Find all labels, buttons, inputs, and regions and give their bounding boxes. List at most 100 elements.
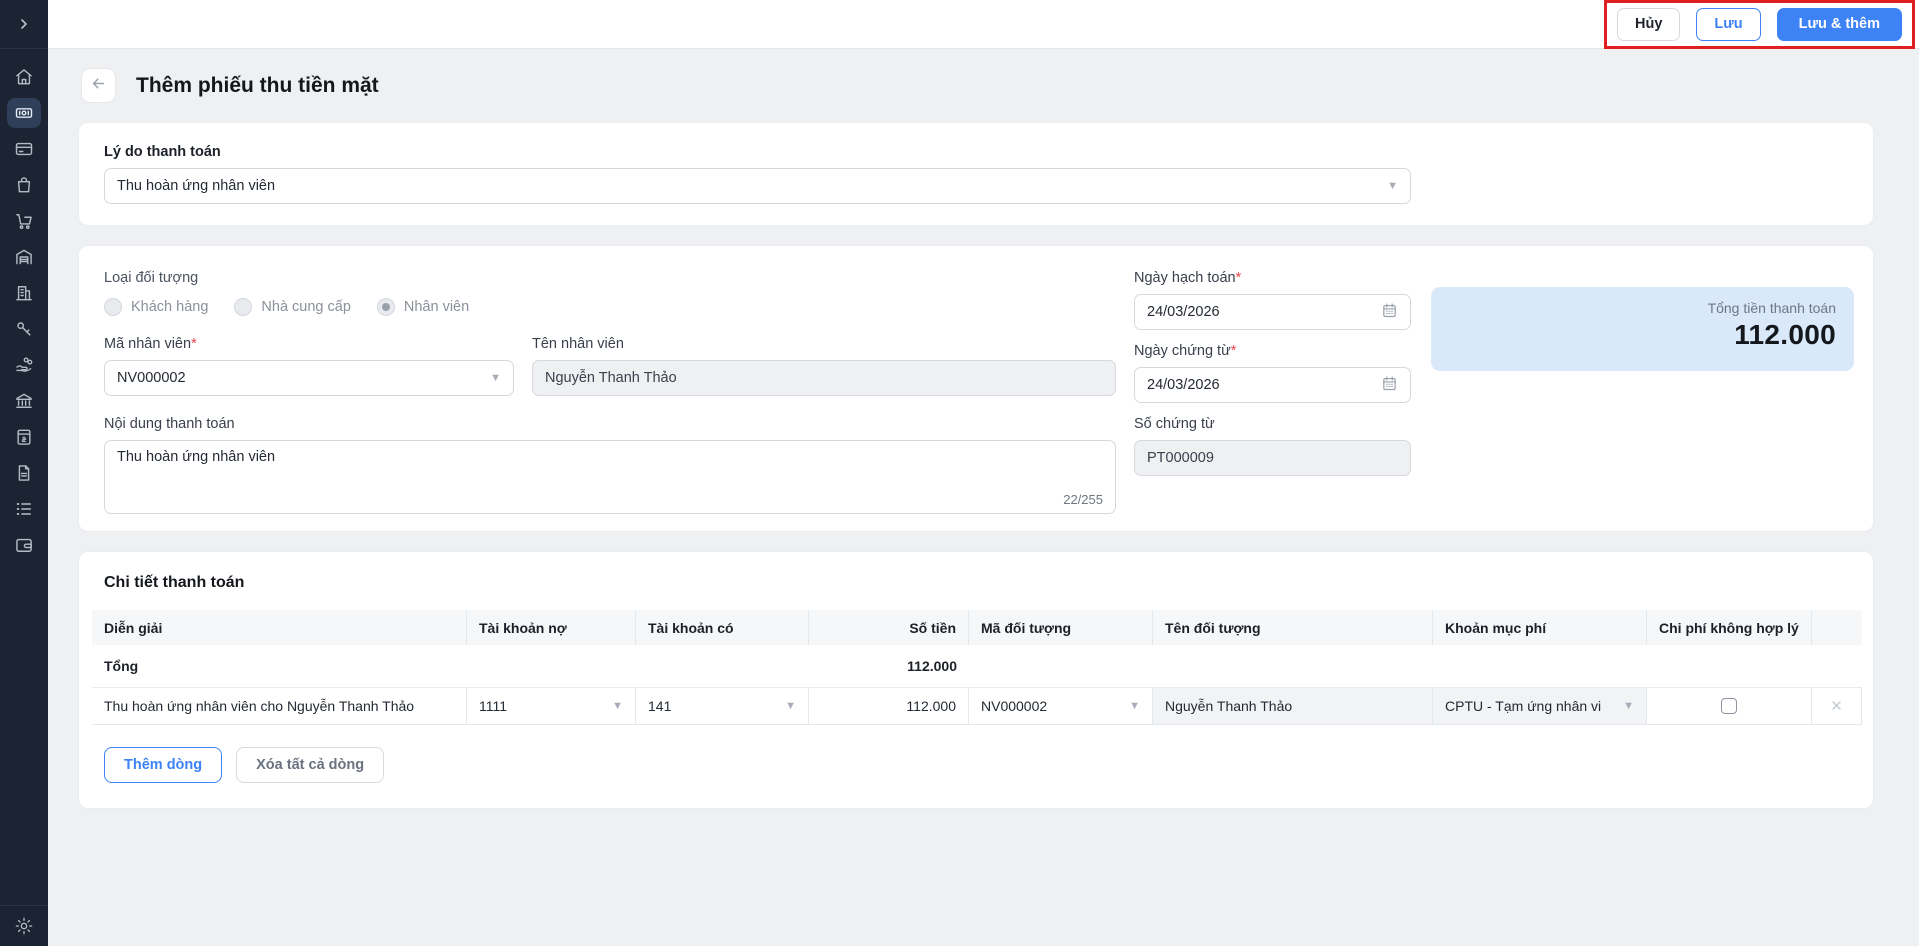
row-amount-input[interactable]: 112.000 (809, 688, 969, 725)
sidebar-item-hand-coins[interactable] (7, 350, 41, 380)
caret-down-icon: ▼ (1387, 179, 1398, 192)
page-header: Thêm phiếu thu tiền mặt (81, 68, 1919, 103)
caret-down-icon: ▼ (1623, 699, 1634, 712)
radio-supplier-circle[interactable] (234, 298, 253, 316)
sidebar-item-shopping-bag[interactable] (7, 170, 41, 200)
radio-supplier[interactable]: Nhà cung cấp (234, 298, 351, 316)
col-header-amount: Số tiền (809, 610, 969, 645)
radio-customer-label: Khách hàng (131, 299, 209, 315)
key-icon (14, 319, 34, 339)
document-date-value: 24/03/2026 (1147, 377, 1220, 393)
col-header-description: Diễn giải (92, 610, 467, 645)
sidebar-item-list[interactable] (7, 494, 41, 524)
radio-employee-label: Nhân viên (403, 299, 470, 315)
caret-down-icon: ▼ (490, 371, 501, 384)
col-header-invalid-expense: Chi phí không hợp lý (1647, 610, 1812, 645)
remove-row-icon[interactable]: ✕ (1830, 697, 1843, 715)
back-arrow-icon (90, 75, 107, 97)
required-asterisk: * (1235, 270, 1242, 286)
add-row-button[interactable]: Thêm dòng (104, 747, 223, 783)
save-button[interactable]: Lưu (1696, 7, 1761, 41)
col-header-object-name: Tên đối tượng (1153, 610, 1433, 645)
save-and-add-button[interactable]: Lưu & thêm (1776, 7, 1902, 41)
settings-icon (14, 916, 34, 936)
sidebar-item-document[interactable] (7, 458, 41, 488)
document-date-input[interactable]: 24/03/2026 (1134, 367, 1411, 403)
delete-all-rows-button[interactable]: Xóa tất cả dòng (236, 747, 385, 783)
shopping-bag-icon (14, 175, 34, 195)
document-icon (14, 463, 34, 483)
wallet-icon (14, 535, 34, 555)
calendar-icon[interactable] (1381, 302, 1398, 323)
posting-date-input[interactable]: 24/03/2026 (1134, 294, 1411, 330)
sidebar-item-cash-box[interactable] (7, 422, 41, 452)
employee-name-label: Tên nhân viên (532, 336, 624, 352)
main-content: Thêm phiếu thu tiền mặt Lý do thanh toán… (48, 49, 1919, 946)
cancel-button[interactable]: Hủy (1616, 7, 1681, 41)
radio-customer[interactable]: Khách hàng (104, 298, 208, 316)
reason-select-value: Thu hoàn ứng nhân viên (117, 178, 276, 194)
employee-code-select[interactable]: NV000002 ▼ (104, 360, 514, 396)
chevron-right-icon (16, 16, 32, 32)
home-icon (14, 67, 34, 87)
sidebar-item-warehouse[interactable] (7, 242, 41, 272)
sidebar-item-building[interactable] (7, 278, 41, 308)
sidebar-item-cash[interactable] (7, 98, 41, 128)
cash-icon (14, 103, 34, 123)
posting-date-label: Ngày hạch toán* (1134, 270, 1242, 286)
document-date-label: Ngày chứng từ* (1134, 343, 1237, 359)
row-credit-account-select[interactable]: 141 ▼ (636, 688, 809, 725)
document-number-field: PT000009 (1134, 440, 1411, 476)
row-credit-account-value: 141 (648, 698, 672, 714)
table-total-amount: 112.000 (809, 645, 969, 688)
sidebar-item-wallet[interactable] (7, 530, 41, 560)
row-object-code-value: NV000002 (981, 698, 1048, 714)
required-asterisk: * (191, 336, 197, 352)
col-header-credit-account: Tài khoản có (636, 610, 809, 645)
sidebar-item-key[interactable] (7, 314, 41, 344)
char-counter: 22/255 (1063, 492, 1103, 507)
caret-down-icon: ▼ (785, 699, 796, 712)
sidebar-settings-button[interactable] (0, 905, 48, 946)
warehouse-icon (14, 247, 34, 267)
posting-date-value: 24/03/2026 (1147, 304, 1220, 320)
detail-section-title: Chi tiết thanh toán (104, 574, 245, 591)
radio-customer-circle[interactable] (104, 298, 122, 316)
sidebar-item-home[interactable] (7, 62, 41, 92)
payment-content-textarea[interactable]: Thu hoàn ứng nhân viên 22/255 (104, 440, 1116, 514)
calendar-icon[interactable] (1381, 375, 1398, 396)
employee-code-value: NV000002 (117, 370, 186, 386)
row-debit-account-select[interactable]: 1111 ▼ (467, 688, 636, 725)
back-button[interactable] (81, 68, 116, 103)
invalid-expense-checkbox[interactable] (1721, 698, 1737, 714)
col-header-expense-category: Khoản mục phí (1433, 610, 1647, 645)
reason-label: Lý do thanh toán (104, 144, 221, 160)
row-object-name-cell: Nguyễn Thanh Thảo (1153, 688, 1433, 725)
row-expense-category-select[interactable]: CPTU - Tạm ứng nhân vi ▼ (1433, 688, 1647, 725)
row-description-input[interactable]: Thu hoàn ứng nhân viên cho Nguyễn Thanh … (92, 688, 467, 725)
credit-card-icon (14, 139, 34, 159)
radio-employee[interactable]: Nhân viên (376, 298, 470, 316)
payment-detail-table: Diễn giải Tài khoản nợ Tài khoản có Số t… (92, 610, 1862, 725)
sidebar-item-credit-card[interactable] (7, 134, 41, 164)
row-object-code-select[interactable]: NV000002 ▼ (969, 688, 1153, 725)
table-actions: Thêm dòng Xóa tất cả dòng (104, 747, 1861, 783)
radio-supplier-label: Nhà cung cấp (261, 299, 351, 315)
row-invalid-expense-cell (1647, 688, 1812, 725)
row-debit-account-value: 1111 (479, 698, 508, 714)
col-header-actions (1812, 610, 1862, 645)
annotation-highlight-box: Hủy Lưu Lưu & thêm (1603, 0, 1915, 49)
shopping-cart-icon (14, 211, 34, 231)
payment-content-label: Nội dung thanh toán (104, 416, 235, 432)
sidebar-item-shopping-cart[interactable] (7, 206, 41, 236)
total-payment-box: Tổng tiền thanh toán 112.000 (1431, 287, 1854, 371)
col-header-debit-account: Tài khoản nợ (467, 610, 636, 645)
radio-employee-circle[interactable] (376, 298, 395, 316)
sidebar-expand-button[interactable] (0, 0, 48, 49)
reason-card: Lý do thanh toán Thu hoàn ứng nhân viên … (78, 122, 1874, 226)
payment-content-value: Thu hoàn ứng nhân viên (117, 449, 276, 465)
reason-select[interactable]: Thu hoàn ứng nhân viên ▼ (104, 168, 1411, 204)
employee-name-field: Nguyễn Thanh Thảo (532, 360, 1116, 396)
sidebar-item-bank[interactable] (7, 386, 41, 416)
cash-box-icon (14, 427, 34, 447)
